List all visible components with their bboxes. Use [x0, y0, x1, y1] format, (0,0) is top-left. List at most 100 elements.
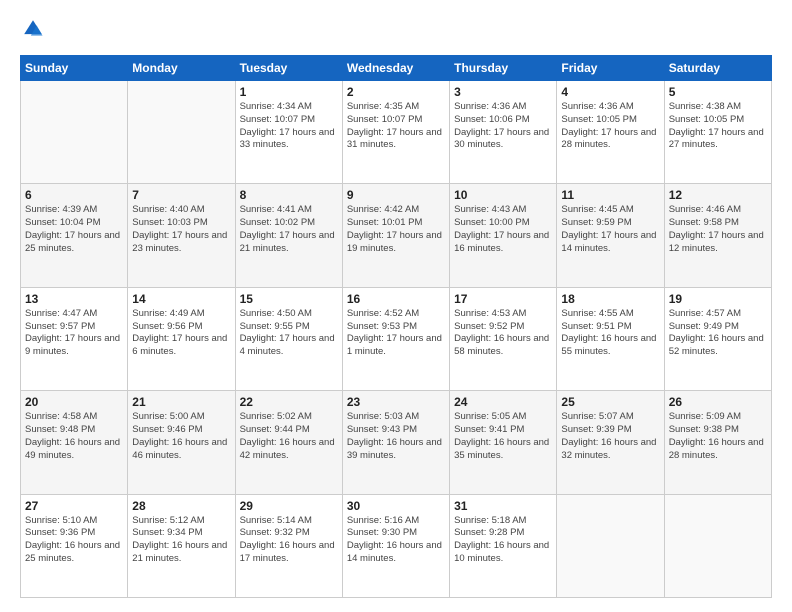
day-number: 26 [669, 395, 767, 409]
calendar-week-row: 6Sunrise: 4:39 AM Sunset: 10:04 PM Dayli… [21, 184, 772, 287]
header [20, 18, 772, 45]
day-number: 31 [454, 499, 552, 513]
day-info: Sunrise: 4:58 AM Sunset: 9:48 PM Dayligh… [25, 411, 123, 462]
calendar-day-cell: 2 Sunrise: 4:35 AM Sunset: 10:07 PM Dayli… [342, 81, 449, 184]
day-number: 17 [454, 292, 552, 306]
day-info: Sunrise: 5:03 AM Sunset: 9:43 PM Dayligh… [347, 411, 445, 462]
day-info: Sunrise: 4:41 AM Sunset: 10:02 PM Daylig… [240, 204, 338, 255]
day-info: Sunrise: 5:16 AM Sunset: 9:30 PM Dayligh… [347, 515, 445, 566]
calendar-day-cell: 12 Sunrise: 4:46 AM Sunset: 9:58 PM Dayli… [664, 184, 771, 287]
calendar-day-cell: 23 Sunrise: 5:03 AM Sunset: 9:43 PM Dayli… [342, 391, 449, 494]
day-number: 21 [132, 395, 230, 409]
day-number: 5 [669, 85, 767, 99]
calendar-header-cell: Thursday [450, 56, 557, 81]
calendar-day-cell: 29 Sunrise: 5:14 AM Sunset: 9:32 PM Dayli… [235, 494, 342, 597]
calendar-day-cell: 3 Sunrise: 4:36 AM Sunset: 10:06 PM Dayli… [450, 81, 557, 184]
calendar-day-cell: 28 Sunrise: 5:12 AM Sunset: 9:34 PM Dayli… [128, 494, 235, 597]
day-info: Sunrise: 4:40 AM Sunset: 10:03 PM Daylig… [132, 204, 230, 255]
calendar-day-cell: 27 Sunrise: 5:10 AM Sunset: 9:36 PM Dayli… [21, 494, 128, 597]
calendar-day-cell: 4 Sunrise: 4:36 AM Sunset: 10:05 PM Dayli… [557, 81, 664, 184]
day-info: Sunrise: 5:14 AM Sunset: 9:32 PM Dayligh… [240, 515, 338, 566]
day-info: Sunrise: 5:10 AM Sunset: 9:36 PM Dayligh… [25, 515, 123, 566]
day-number: 2 [347, 85, 445, 99]
calendar-day-cell: 10 Sunrise: 4:43 AM Sunset: 10:00 PM Dayl… [450, 184, 557, 287]
day-number: 19 [669, 292, 767, 306]
day-info: Sunrise: 5:12 AM Sunset: 9:34 PM Dayligh… [132, 515, 230, 566]
calendar-day-cell: 31Sunrise: 5:18 AM Sunset: 9:28 PM Dayli… [450, 494, 557, 597]
calendar-day-cell: 19 Sunrise: 4:57 AM Sunset: 9:49 PM Dayli… [664, 287, 771, 390]
day-info: Sunrise: 5:07 AM Sunset: 9:39 PM Dayligh… [561, 411, 659, 462]
day-number: 10 [454, 188, 552, 202]
day-info: Sunrise: 4:57 AM Sunset: 9:49 PM Dayligh… [669, 308, 767, 359]
day-info: Sunrise: 4:49 AM Sunset: 9:56 PM Dayligh… [132, 308, 230, 359]
calendar-week-row: 20Sunrise: 4:58 AM Sunset: 9:48 PM Dayli… [21, 391, 772, 494]
day-info: Sunrise: 4:36 AM Sunset: 10:06 PM Daylig… [454, 101, 552, 152]
day-number: 11 [561, 188, 659, 202]
calendar-day-cell: 18 Sunrise: 4:55 AM Sunset: 9:51 PM Dayli… [557, 287, 664, 390]
calendar-header-cell: Saturday [664, 56, 771, 81]
day-number: 16 [347, 292, 445, 306]
logo [20, 18, 46, 45]
day-info: Sunrise: 4:38 AM Sunset: 10:05 PM Daylig… [669, 101, 767, 152]
calendar-day-cell: 21 Sunrise: 5:00 AM Sunset: 9:46 PM Dayli… [128, 391, 235, 494]
calendar-week-row: 13 Sunrise: 4:47 AM Sunset: 9:57 PM Dayli… [21, 287, 772, 390]
calendar-body: 1 Sunrise: 4:34 AM Sunset: 10:07 PM Dayli… [21, 81, 772, 598]
day-number: 7 [132, 188, 230, 202]
calendar-day-cell: 14Sunrise: 4:49 AM Sunset: 9:56 PM Dayli… [128, 287, 235, 390]
day-number: 3 [454, 85, 552, 99]
day-number: 1 [240, 85, 338, 99]
day-number: 28 [132, 499, 230, 513]
day-number: 27 [25, 499, 123, 513]
day-info: Sunrise: 4:42 AM Sunset: 10:01 PM Daylig… [347, 204, 445, 255]
day-info: Sunrise: 4:46 AM Sunset: 9:58 PM Dayligh… [669, 204, 767, 255]
day-info: Sunrise: 4:34 AM Sunset: 10:07 PM Daylig… [240, 101, 338, 152]
calendar-day-cell: 30 Sunrise: 5:16 AM Sunset: 9:30 PM Dayli… [342, 494, 449, 597]
day-info: Sunrise: 4:50 AM Sunset: 9:55 PM Dayligh… [240, 308, 338, 359]
page: SundayMondayTuesdayWednesdayThursdayFrid… [0, 0, 792, 612]
day-number: 22 [240, 395, 338, 409]
calendar-day-cell: 17Sunrise: 4:53 AM Sunset: 9:52 PM Dayli… [450, 287, 557, 390]
calendar-day-cell: 1 Sunrise: 4:34 AM Sunset: 10:07 PM Dayli… [235, 81, 342, 184]
day-info: Sunrise: 4:55 AM Sunset: 9:51 PM Dayligh… [561, 308, 659, 359]
calendar-header-cell: Sunday [21, 56, 128, 81]
calendar-day-cell: 9 Sunrise: 4:42 AM Sunset: 10:01 PM Dayli… [342, 184, 449, 287]
day-info: Sunrise: 4:36 AM Sunset: 10:05 PM Daylig… [561, 101, 659, 152]
day-info: Sunrise: 4:45 AM Sunset: 9:59 PM Dayligh… [561, 204, 659, 255]
calendar-table: SundayMondayTuesdayWednesdayThursdayFrid… [20, 55, 772, 598]
day-info: Sunrise: 4:52 AM Sunset: 9:53 PM Dayligh… [347, 308, 445, 359]
day-number: 30 [347, 499, 445, 513]
calendar-header-cell: Monday [128, 56, 235, 81]
day-number: 4 [561, 85, 659, 99]
day-info: Sunrise: 5:09 AM Sunset: 9:38 PM Dayligh… [669, 411, 767, 462]
calendar-day-cell: 7 Sunrise: 4:40 AM Sunset: 10:03 PM Dayli… [128, 184, 235, 287]
calendar-header-row: SundayMondayTuesdayWednesdayThursdayFrid… [21, 56, 772, 81]
calendar-day-cell [557, 494, 664, 597]
day-number: 12 [669, 188, 767, 202]
day-info: Sunrise: 4:43 AM Sunset: 10:00 PM Daylig… [454, 204, 552, 255]
day-number: 6 [25, 188, 123, 202]
day-info: Sunrise: 5:00 AM Sunset: 9:46 PM Dayligh… [132, 411, 230, 462]
day-number: 18 [561, 292, 659, 306]
calendar-day-cell: 15 Sunrise: 4:50 AM Sunset: 9:55 PM Dayli… [235, 287, 342, 390]
calendar-week-row: 1 Sunrise: 4:34 AM Sunset: 10:07 PM Dayli… [21, 81, 772, 184]
calendar-header-cell: Tuesday [235, 56, 342, 81]
calendar-header-cell: Wednesday [342, 56, 449, 81]
calendar-day-cell: 20Sunrise: 4:58 AM Sunset: 9:48 PM Dayli… [21, 391, 128, 494]
day-info: Sunrise: 4:35 AM Sunset: 10:07 PM Daylig… [347, 101, 445, 152]
day-number: 25 [561, 395, 659, 409]
calendar-day-cell: 11 Sunrise: 4:45 AM Sunset: 9:59 PM Dayli… [557, 184, 664, 287]
calendar-day-cell: 25 Sunrise: 5:07 AM Sunset: 9:39 PM Dayli… [557, 391, 664, 494]
day-number: 29 [240, 499, 338, 513]
day-info: Sunrise: 4:47 AM Sunset: 9:57 PM Dayligh… [25, 308, 123, 359]
calendar-day-cell: 22Sunrise: 5:02 AM Sunset: 9:44 PM Dayli… [235, 391, 342, 494]
day-info: Sunrise: 5:05 AM Sunset: 9:41 PM Dayligh… [454, 411, 552, 462]
day-number: 13 [25, 292, 123, 306]
day-number: 24 [454, 395, 552, 409]
day-number: 9 [347, 188, 445, 202]
calendar-day-cell [664, 494, 771, 597]
calendar-day-cell: 13 Sunrise: 4:47 AM Sunset: 9:57 PM Dayli… [21, 287, 128, 390]
day-number: 15 [240, 292, 338, 306]
day-number: 23 [347, 395, 445, 409]
calendar-day-cell: 24 Sunrise: 5:05 AM Sunset: 9:41 PM Dayli… [450, 391, 557, 494]
calendar-week-row: 27 Sunrise: 5:10 AM Sunset: 9:36 PM Dayli… [21, 494, 772, 597]
